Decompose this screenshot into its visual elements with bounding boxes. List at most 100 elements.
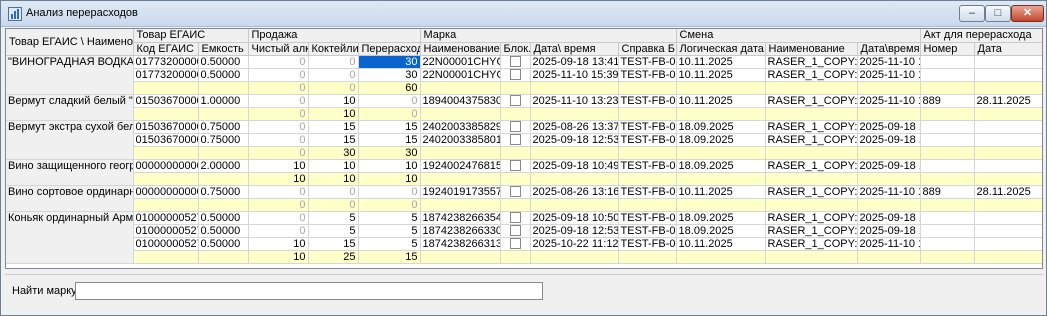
maximize-button[interactable]: □ xyxy=(985,5,1011,22)
volume-cell[interactable]: 1.00000 xyxy=(198,94,249,108)
act-number-cell[interactable] xyxy=(920,55,975,69)
overrun-cell[interactable]: 30 xyxy=(358,55,421,69)
act-number-cell[interactable] xyxy=(920,68,975,82)
act-date-cell[interactable]: 28.11.2025 xyxy=(974,185,1042,199)
datetime-cell[interactable]: 2025-11-10 13:23:18 xyxy=(530,94,619,108)
cocktails-cell[interactable]: 15 xyxy=(308,133,359,147)
act-date-cell[interactable]: 28.11.2025 xyxy=(974,94,1042,108)
table-row[interactable]: 01000000527400.5000010155187423826631331… xyxy=(6,237,1042,251)
act-date-cell[interactable] xyxy=(974,224,1042,238)
blocked-cell[interactable] xyxy=(500,55,531,69)
datetime-cell[interactable]: 2025-11-10 15:39:46 xyxy=(530,68,619,82)
logical-date-cell[interactable]: 18.09.2025 xyxy=(676,159,766,173)
shift-datetime-cell[interactable]: 2025-09-18 13 xyxy=(857,133,921,147)
shift-datetime-cell[interactable]: 2025-11-10 14 xyxy=(857,185,921,199)
logical-date-cell[interactable]: 10.11.2025 xyxy=(676,68,766,82)
shift-name-cell[interactable]: RASER_1_COPY:60 xyxy=(765,224,858,238)
header-cert-b[interactable]: Справка Б xyxy=(618,42,677,56)
blocked-cell[interactable] xyxy=(500,237,531,251)
mark-name-cell[interactable]: 192401917355740 xyxy=(420,185,501,199)
cocktails-cell[interactable]: 15 xyxy=(308,120,359,134)
act-number-cell[interactable] xyxy=(920,120,975,134)
shift-name-cell[interactable]: RASER_1_COPY:59 xyxy=(765,211,858,225)
overrun-cell[interactable]: 0 xyxy=(358,94,421,108)
blocked-checkbox[interactable] xyxy=(509,238,521,249)
mark-name-cell[interactable]: 192400247681571 xyxy=(420,159,501,173)
volume-cell[interactable]: 0.75000 xyxy=(198,133,249,147)
code-cell[interactable]: 0150367000003 xyxy=(133,133,199,147)
blocked-cell[interactable] xyxy=(500,159,531,173)
shift-name-cell[interactable]: RASER_1_COPY:59 xyxy=(765,159,858,173)
product-group-name[interactable]: "ВИНОГРАДНАЯ ВОДКА ГЕРЕХТ" xyxy=(6,55,134,95)
shift-datetime-cell[interactable]: 2025-09-18 11 xyxy=(857,211,921,225)
act-number-cell[interactable] xyxy=(920,159,975,173)
cert-b-cell[interactable]: TEST-FB-000001 xyxy=(618,237,677,251)
overrun-cell[interactable]: 5 xyxy=(358,237,421,251)
shift-datetime-cell[interactable]: 2025-09-18 13 xyxy=(857,224,921,238)
act-date-cell[interactable] xyxy=(974,55,1042,69)
datetime-cell[interactable]: 2025-08-26 13:37:27 xyxy=(530,120,619,134)
product-group-name[interactable]: Коньяк ординарный Армянский xyxy=(6,211,134,264)
net-alc-cell[interactable]: 10 xyxy=(248,159,309,173)
blocked-checkbox[interactable] xyxy=(509,212,521,223)
cocktails-cell[interactable]: 15 xyxy=(308,237,359,251)
shift-name-cell[interactable]: RASER_1_COPY:60 xyxy=(765,133,858,147)
cocktails-cell[interactable]: 10 xyxy=(308,94,359,108)
act-number-cell[interactable]: 889 xyxy=(920,94,975,108)
shift-name-cell[interactable]: RASER_1_COPY:88 xyxy=(765,237,858,251)
datetime-cell[interactable]: 2025-09-18 10:50:39 xyxy=(530,211,619,225)
cert-b-cell[interactable]: TEST-FB-000001 xyxy=(618,68,677,82)
title-bar[interactable]: Анализ перерасходов – □ ✕ xyxy=(1,1,1046,27)
net-alc-cell[interactable]: 10 xyxy=(248,237,309,251)
volume-cell[interactable]: 0.50000 xyxy=(198,237,249,251)
logical-date-cell[interactable]: 18.09.2025 xyxy=(676,120,766,134)
cert-b-cell[interactable]: TEST-FB-000001 xyxy=(618,224,677,238)
blocked-checkbox[interactable] xyxy=(509,95,521,106)
act-number-cell[interactable] xyxy=(920,211,975,225)
volume-cell[interactable]: 0.50000 xyxy=(198,211,249,225)
header-product-name[interactable]: Товар ЕГАИС \ Наименование xyxy=(6,29,134,56)
blocked-cell[interactable] xyxy=(500,120,531,134)
datetime-cell[interactable]: 2025-08-26 13:16:13 xyxy=(530,185,619,199)
blocked-cell[interactable] xyxy=(500,133,531,147)
table-row[interactable]: Коньяк ординарный Армянский0100000052740… xyxy=(6,211,1042,264)
cert-b-cell[interactable]: TEST-FB-000001 xyxy=(618,185,677,199)
cocktails-cell[interactable]: 0 xyxy=(308,68,359,82)
shift-datetime-cell[interactable]: 2025-09-18 11 xyxy=(857,159,921,173)
net-alc-cell[interactable]: 0 xyxy=(248,224,309,238)
code-cell[interactable]: 0000000000041 xyxy=(133,185,199,199)
net-alc-cell[interactable]: 0 xyxy=(248,133,309,147)
cocktails-cell[interactable]: 0 xyxy=(308,55,359,69)
product-group-name[interactable]: Вино сортовое ординарное xyxy=(6,185,134,212)
act-number-cell[interactable] xyxy=(920,237,975,251)
shift-name-cell[interactable]: RASER_1_COPY:88 xyxy=(765,94,858,108)
overrun-cell[interactable]: 5 xyxy=(358,211,421,225)
blocked-checkbox[interactable] xyxy=(509,56,521,67)
code-cell[interactable]: 0150367000003 xyxy=(133,120,199,134)
logical-date-cell[interactable]: 10.11.2025 xyxy=(676,94,766,108)
header-act-number[interactable]: Номер xyxy=(920,42,975,56)
logical-date-cell[interactable]: 18.09.2025 xyxy=(676,224,766,238)
blocked-cell[interactable] xyxy=(500,68,531,82)
act-date-cell[interactable] xyxy=(974,237,1042,251)
datetime-cell[interactable]: 2025-09-18 12:53:32 xyxy=(530,133,619,147)
volume-cell[interactable]: 0.75000 xyxy=(198,185,249,199)
cocktails-cell[interactable]: 5 xyxy=(308,224,359,238)
volume-cell[interactable]: 0.50000 xyxy=(198,224,249,238)
mark-name-cell[interactable]: 22N00001CHYOZP xyxy=(420,68,501,82)
volume-cell[interactable]: 0.50000 xyxy=(198,55,249,69)
table-row[interactable]: 01000000527400.5000005518742382663302120… xyxy=(6,224,1042,238)
overrun-grid[interactable]: Товар ЕГАИС \ Наименование Товар ЕГАИС П… xyxy=(5,28,1043,269)
mark-name-cell[interactable]: 240200338582981 xyxy=(420,120,501,134)
volume-cell[interactable]: 2.00000 xyxy=(198,159,249,173)
datetime-cell[interactable]: 2025-09-18 13:41:26 xyxy=(530,55,619,69)
shift-name-cell[interactable]: RASER_1_COPY:85 xyxy=(765,55,858,69)
overrun-cell[interactable]: 30 xyxy=(358,68,421,82)
code-cell[interactable]: 0100000052740 xyxy=(133,237,199,251)
blocked-checkbox[interactable] xyxy=(509,134,521,145)
code-cell[interactable]: 0100000052740 xyxy=(133,224,199,238)
logical-date-cell[interactable]: 10.11.2025 xyxy=(676,237,766,251)
code-cell[interactable]: 0100000052740 xyxy=(133,211,199,225)
overrun-cell[interactable]: 10 xyxy=(358,159,421,173)
cocktails-cell[interactable]: 10 xyxy=(308,159,359,173)
